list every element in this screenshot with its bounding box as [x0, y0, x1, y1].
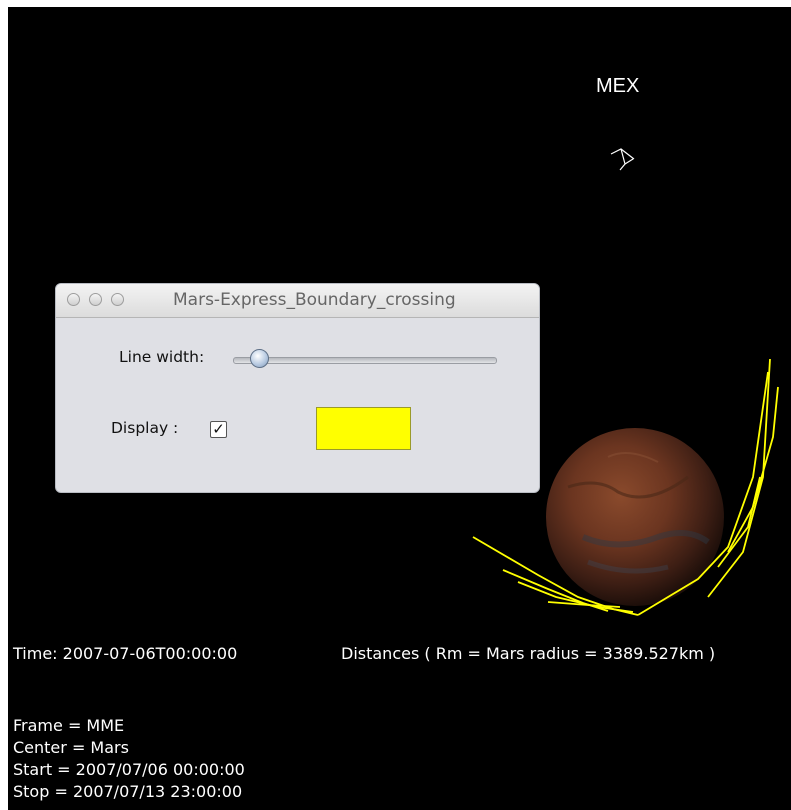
3d-viewport[interactable]: MEX Mars-Express_Boundary_crossing Line … — [8, 7, 791, 810]
stop-readout: Stop = 2007/07/13 23:00:00 — [13, 782, 243, 801]
spacecraft-model — [610, 148, 635, 171]
display-label: Display : — [111, 419, 179, 437]
layer-settings-dialog[interactable]: Mars-Express_Boundary_crossing Line widt… — [55, 283, 540, 493]
color-picker-button[interactable] — [316, 407, 411, 450]
center-readout: Center = Mars — [13, 738, 129, 757]
checkmark-icon: ✓ — [212, 420, 225, 438]
dialog-title: Mars-Express_Boundary_crossing — [173, 290, 456, 310]
display-checkbox[interactable]: ✓ — [210, 421, 227, 438]
line-width-slider[interactable] — [233, 357, 497, 364]
time-readout: Time: 2007-07-06T00:00:00 — [13, 644, 238, 663]
dialog-titlebar[interactable]: Mars-Express_Boundary_crossing — [56, 284, 539, 318]
zoom-icon[interactable] — [111, 293, 124, 306]
minimize-icon[interactable] — [89, 293, 102, 306]
line-width-slider-thumb[interactable] — [249, 349, 269, 368]
close-icon[interactable] — [67, 293, 80, 306]
frame-readout: Frame = MME — [13, 716, 125, 735]
line-width-label: Line width: — [119, 348, 205, 366]
distances-readout: Distances ( Rm = Mars radius = 3389.527k… — [341, 644, 716, 663]
start-readout: Start = 2007/07/06 00:00:00 — [13, 760, 245, 779]
spacecraft-label: MEX — [596, 75, 640, 97]
